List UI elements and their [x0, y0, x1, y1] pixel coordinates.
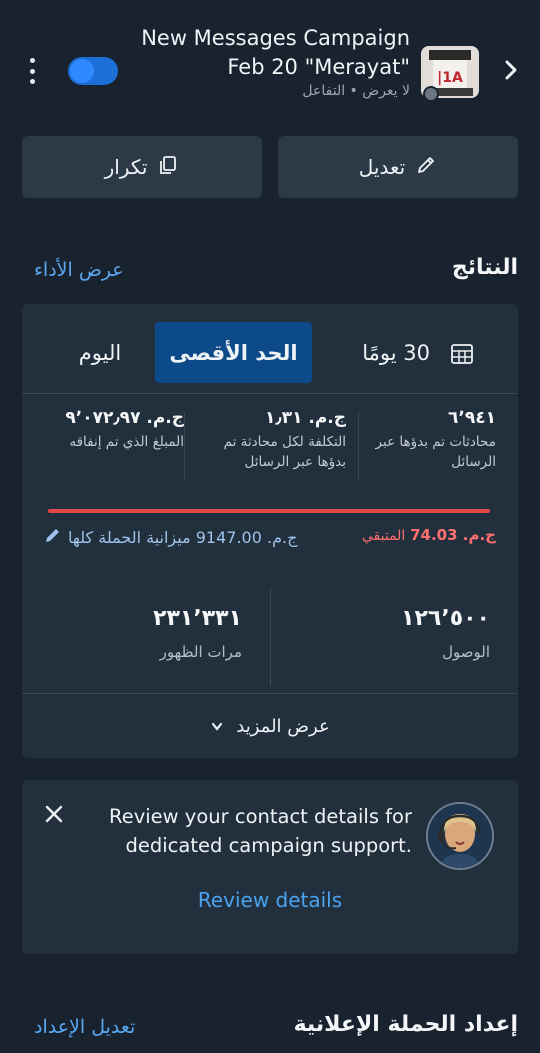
duplicate-button[interactable]: تكرار: [22, 136, 262, 198]
status-indicator: [423, 86, 439, 102]
see-more-label: عرض المزيد: [236, 715, 330, 737]
metric-label: محادثات تم بدؤها عبر الرسائل: [375, 434, 496, 470]
reach-impressions-row: ١٢٦٬٥٠٠ الوصول ٢٣١٬٣٣١ مرات الظهور: [22, 580, 518, 694]
metric-amount-spent[interactable]: ج.م. ٩٬٠٧٢٫٩٧ المبلغ الذي تم إنفاقه: [34, 408, 184, 488]
campaign-status-subtitle: لا يعرض • التفاعل: [302, 83, 410, 99]
svg-text:|1A: |1A: [437, 70, 463, 86]
metric-conversations[interactable]: ٦٬٩٤١ محادثات تم بدؤها عبر الرسائل: [356, 408, 496, 488]
remaining-amount: ج.م. 74.03: [410, 526, 496, 544]
calendar-icon[interactable]: [450, 342, 474, 366]
tab-30-days[interactable]: 30 يومًا: [350, 322, 430, 383]
metric-divider: [184, 412, 185, 480]
support-banner: Review your contact details for dedicate…: [22, 780, 518, 954]
metric-value: ج.م. ١٫٣١: [264, 408, 346, 428]
campaign-setup-heading: إعداد الحملة الإعلانية: [293, 1012, 518, 1037]
budget-progress-bar: [48, 509, 490, 513]
view-performance-link[interactable]: عرض الأداء: [34, 259, 124, 281]
metric-label: المبلغ الذي تم إنفاقه: [69, 434, 184, 450]
tab-maximum[interactable]: الحد الأقصى: [155, 322, 312, 383]
copy-icon: [157, 154, 179, 181]
stat-value: ٢٣١٬٣٣١: [153, 606, 242, 631]
stat-label: مرات الظهور: [159, 643, 242, 661]
date-range-tabs: 30 يومًا الحد الأقصى اليوم: [22, 304, 518, 394]
see-more-button[interactable]: عرض المزيد: [22, 694, 518, 758]
campaign-header: |1A New Messages Campaign Feb 20 "Meraya…: [0, 0, 540, 118]
chevron-right-icon[interactable]: [500, 56, 522, 84]
stat-impressions[interactable]: ٢٣١٬٣٣١ مرات الظهور: [42, 606, 242, 661]
support-agent-avatar: [426, 802, 494, 870]
edit-button[interactable]: تعديل: [278, 136, 518, 198]
campaign-title-line1: New Messages Campaign: [141, 26, 410, 50]
support-message: Review your contact details for dedicate…: [109, 805, 412, 857]
review-details-link[interactable]: Review details: [22, 888, 518, 912]
more-options-icon[interactable]: [24, 58, 40, 84]
duplicate-button-label: تكرار: [104, 155, 148, 179]
results-heading: النتائج: [451, 255, 518, 280]
results-card: 30 يومًا الحد الأقصى اليوم ٦٬٩٤١ محادثات…: [22, 304, 518, 758]
campaign-title-line2: Feb 20 "Merayat": [227, 55, 410, 79]
edit-button-label: تعديل: [358, 155, 406, 179]
edit-setup-link[interactable]: تعديل الإعداد: [34, 1016, 135, 1038]
stats-divider: [270, 588, 271, 686]
stat-label: الوصول: [442, 643, 490, 661]
campaign-budget[interactable]: ج.م. 9147.00 ميزانية الحملة كلها: [44, 526, 297, 548]
budget-text: ج.م. 9147.00 ميزانية الحملة كلها: [68, 527, 298, 547]
metric-label: التكلفة لكل محادثة تم بدؤها عبر الرسائل: [223, 434, 346, 470]
metric-value: ٦٬٩٤١: [448, 408, 496, 428]
close-icon[interactable]: [42, 802, 66, 826]
remaining-budget: ج.م. 74.03 المتبقي: [362, 526, 496, 544]
pencil-icon: [415, 154, 437, 181]
tab-today[interactable]: اليوم: [50, 322, 150, 383]
metric-value: ج.م. ٩٬٠٧٢٫٩٧: [65, 408, 184, 428]
stat-value: ١٢٦٬٥٠٠: [401, 606, 490, 631]
remaining-label: المتبقي: [361, 528, 406, 544]
metrics-row: ٦٬٩٤١ محادثات تم بدؤها عبر الرسائل ج.م. …: [22, 394, 518, 494]
stat-reach[interactable]: ١٢٦٬٥٠٠ الوصول: [290, 606, 490, 661]
pencil-icon: [44, 526, 62, 548]
campaign-toggle[interactable]: [68, 57, 118, 85]
chevron-down-icon: [210, 716, 224, 737]
metric-cost-per-conversation[interactable]: ج.م. ١٫٣١ التكلفة لكل محادثة تم بدؤها عب…: [204, 408, 346, 488]
toggle-knob: [70, 59, 94, 83]
